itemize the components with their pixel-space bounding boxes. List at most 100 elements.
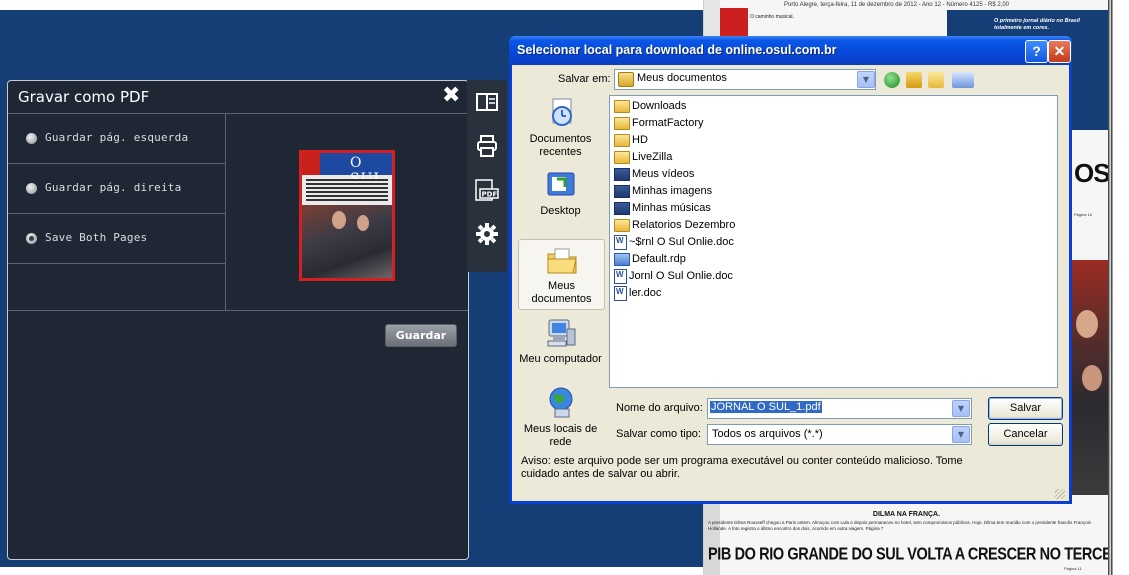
cancel-button[interactable]: Cancelar [988,423,1063,446]
newspaper-corner-text: O caminho musical, [750,14,794,20]
music-folder-icon [614,201,630,215]
pdf-icon[interactable]: PDF [467,170,507,210]
network-places-icon [545,387,577,419]
folder-icon [614,116,630,130]
guardar-button[interactable]: Guardar [385,324,457,347]
file-item[interactable]: Minhas músicas [614,200,711,216]
new-folder-icon[interactable] [928,72,944,88]
file-item[interactable]: Minhas imagens [614,183,712,199]
file-item[interactable]: Relatorios Dezembro [614,217,735,233]
file-type-value: Todos os arquivos (*.*) [712,428,823,440]
svg-text:PDF: PDF [482,191,498,199]
option-save-right-page[interactable]: Guardar pág. direita [8,164,225,214]
file-item[interactable]: Default.rdp [614,251,686,267]
place-label: Documentos recentes [529,133,592,158]
file-item[interactable]: ler.doc [614,285,661,301]
option-save-both-pages[interactable]: Save Both Pages [8,214,225,264]
settings-icon[interactable] [467,214,507,254]
dialog-body: Salvar em: Meus documentos ▼ Documentos … [512,65,1069,501]
radio-icon[interactable] [26,183,37,194]
file-item[interactable]: Jornl O Sul Onlie.doc [614,268,733,284]
up-folder-icon[interactable] [906,72,922,88]
word-document-icon [614,285,627,301]
file-name-label: Nome do arquivo: [616,402,703,414]
dialog-title: Selecionar local para download de online… [517,43,837,57]
file-item[interactable]: LiveZilla [614,149,672,165]
file-type-label: Salvar como tipo: [616,428,701,440]
folder-icon [618,72,634,87]
file-name-input[interactable]: JORNAL O SUL_1.pdf ▼ [707,398,972,419]
dialog-titlebar[interactable]: Selecionar local para download de online… [509,36,1072,65]
newspaper-headline: PIB DO RIO GRANDE DO SUL VOLTA A CRESCER… [708,545,1109,565]
place-label: Meu computador [519,353,602,365]
file-item[interactable]: HD [614,132,648,148]
save-in-dropdown[interactable]: Meus documentos ▼ [614,69,876,90]
newspaper-headline-page: Página 11 [1064,566,1082,571]
save-button[interactable]: Salvar [988,397,1063,420]
side-toolbar: PDF [467,80,507,272]
newspaper-caption-head: DILMA NA FRANÇA. [872,511,941,518]
word-document-icon [614,234,627,250]
folder-icon [614,99,630,113]
resize-grip-icon[interactable] [1055,489,1065,499]
save-file-dialog: Selecionar local para download de online… [509,36,1072,504]
radio-icon[interactable] [26,133,37,144]
dialog-close-button[interactable]: ✕ [1048,40,1071,63]
file-name-value: JORNAL O SUL_1.pdf [710,401,822,413]
option-label: Save Both Pages [45,231,148,244]
newspaper-dateline: Porto Alegre, terça-feira, 11 de dezembr… [784,2,1010,8]
word-document-icon [614,268,627,284]
newspaper-tagline: O primeiro jornal diário no Brasil total… [994,18,1080,31]
pdf-preview-area: O SUL [226,114,468,311]
chevron-down-icon[interactable]: ▼ [952,400,970,417]
folder-icon [614,133,630,147]
place-label: Desktop [540,205,581,217]
file-type-dropdown[interactable]: Todos os arquivos (*.*) ▼ [707,424,972,445]
place-my-documents[interactable]: Meus documentos [518,239,605,310]
view-menu-icon[interactable] [952,72,974,88]
file-item[interactable]: Downloads [614,98,686,114]
thumbnail-photo [302,205,392,278]
file-item[interactable]: Meus vídeos [614,166,694,182]
close-icon[interactable]: ✖ [442,84,460,108]
place-label: Meus locais de rede [523,423,598,448]
site-bottom-strip [0,567,703,575]
place-my-computer[interactable]: Meu computador [518,317,603,366]
folder-icon [614,218,630,232]
place-recent-documents[interactable]: Documentos recentes [518,97,603,159]
page-gutter-white [1113,0,1129,575]
radio-selected-icon[interactable] [26,233,37,244]
newspaper-big-letters: OS [1074,158,1109,188]
thumbnail-face [332,211,346,229]
help-button[interactable]: ? [1025,40,1048,63]
place-network[interactable]: Meus locais de rede [518,387,603,449]
option-save-left-page[interactable]: Guardar pág. esquerda [8,114,225,164]
chevron-down-icon[interactable]: ▼ [952,426,970,443]
newspaper-photo-face [1076,310,1098,338]
newspaper-page-ref: Página 16 [1074,212,1093,217]
printer-icon[interactable] [467,126,507,166]
chevron-down-icon[interactable]: ▼ [857,71,875,88]
file-item[interactable]: FormatFactory [614,115,704,131]
option-label: Guardar pág. esquerda [45,131,189,144]
site-top-strip [0,0,703,10]
my-computer-icon [545,317,577,349]
file-list[interactable]: Downloads FormatFactory HD LiveZilla Meu… [609,95,1058,388]
video-folder-icon [614,167,630,181]
pdf-panel-title: Gravar como PDF [18,88,150,106]
desktop-icon [545,169,577,201]
back-icon[interactable] [884,72,900,88]
my-documents-icon [546,244,578,276]
save-pdf-panel: Gravar como PDF ✖ Guardar pág. esquerda … [7,80,469,560]
place-label: Meus documentos [531,280,592,305]
newspaper-caption: A presidente Dilma Rousseff chegou a Par… [708,520,1091,531]
folder-icon [614,150,630,164]
pictures-folder-icon [614,184,630,198]
warning-text: Aviso: este arquivo pode ser um programa… [521,455,963,480]
place-desktop[interactable]: Desktop [518,169,603,218]
thumbnail-red-box [302,153,320,175]
thumbnail-text-lines [306,179,388,201]
pages-icon[interactable] [467,82,507,122]
file-item[interactable]: ~$rnl O Sul Onlie.doc [614,234,734,250]
option-label: Guardar pág. direita [45,181,182,194]
